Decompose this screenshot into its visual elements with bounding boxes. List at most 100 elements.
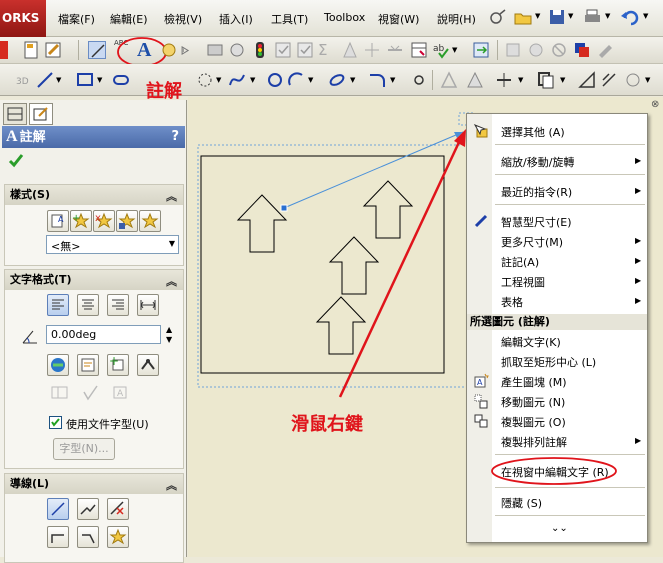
dropdown-arrow-icon[interactable]: ▼	[560, 76, 565, 84]
insert-hyperlink-button[interactable]	[77, 354, 99, 376]
offset-icon[interactable]	[537, 71, 555, 89]
double-chevron-down-icon[interactable]: ⌄⌄	[551, 523, 568, 534]
insert-geometric-tolerance-icon[interactable]	[50, 384, 70, 402]
leader-left-button[interactable]	[47, 526, 69, 548]
add-style-button[interactable]: +	[70, 210, 92, 232]
ctx-zoom-pan-rotate[interactable]: 縮放/移動/旋轉	[501, 154, 574, 170]
save-style-button[interactable]	[116, 210, 138, 232]
menu-tools[interactable]: 工具(T)	[271, 11, 308, 27]
dropdown-arrow-icon[interactable]: ▼	[350, 76, 355, 84]
sketch-3d-icon[interactable]: 3D	[16, 71, 34, 89]
help-button[interactable]: ?	[171, 126, 179, 148]
point-icon[interactable]	[410, 71, 428, 89]
fillet-icon[interactable]	[368, 71, 386, 89]
ctx-hide[interactable]: 隱藏 (S)	[501, 495, 542, 511]
dropdown-arrow-icon[interactable]: ▼	[535, 12, 540, 20]
dropdown-arrow-icon[interactable]: ▼	[250, 76, 255, 84]
move-entities-icon[interactable]	[600, 71, 618, 89]
save-icon[interactable]	[548, 8, 566, 26]
dropdown-arrow-icon[interactable]: ▼	[645, 76, 650, 84]
edit-sheet-icon[interactable]	[44, 41, 62, 59]
ctx-move-entities[interactable]: 移動圖元 (N)	[501, 394, 565, 410]
hatch-icon[interactable]	[386, 41, 404, 59]
collapse-icon[interactable]: ︽	[166, 272, 177, 292]
leader-bent-button[interactable]	[77, 498, 99, 520]
record-icon[interactable]	[0, 41, 8, 59]
stack-icon[interactable]: ᐈ	[180, 41, 198, 59]
ellipse-icon[interactable]	[328, 71, 346, 89]
load-style-button[interactable]	[139, 210, 161, 232]
leader-group-header[interactable]: 導線(L) ︽	[5, 474, 183, 494]
canvas-corner-icon[interactable]: ⊗	[651, 99, 659, 110]
note-frame[interactable]	[200, 155, 445, 374]
font-button[interactable]: 字型(N)...	[53, 438, 115, 460]
dropdown-arrow-icon[interactable]: ▼	[97, 76, 102, 84]
ctx-copy-entities[interactable]: 複製圖元 (O)	[501, 414, 566, 430]
geometric-tolerance-icon[interactable]	[274, 41, 292, 59]
menu-view[interactable]: 檢視(V)	[164, 11, 202, 27]
rectangle-icon[interactable]	[76, 71, 94, 89]
apply-style-button[interactable]: A	[47, 210, 69, 232]
delete-style-button[interactable]: x	[93, 210, 115, 232]
hide-show-icon[interactable]	[550, 41, 568, 59]
pin-icon[interactable]	[488, 9, 508, 27]
line-icon[interactable]	[36, 71, 54, 89]
dropdown-arrow-icon[interactable]: ▼	[518, 76, 523, 84]
relation-icon[interactable]	[624, 71, 642, 89]
angle-spinner[interactable]: ▲ ▼	[166, 325, 172, 345]
centerline-sketch-icon[interactable]	[440, 71, 458, 89]
menu-edit[interactable]: 編輯(E)	[110, 11, 148, 27]
ctx-snap-to-rectangle-center[interactable]: 抓取至矩形中心 (L)	[501, 354, 596, 370]
text-sketch-icon[interactable]	[466, 71, 484, 89]
link-property-button[interactable]	[47, 354, 69, 376]
style-select[interactable]: <無> ▼	[46, 235, 179, 254]
insert-table-icon[interactable]	[472, 41, 490, 59]
ctx-select-other[interactable]: 選擇其他 (A)	[501, 124, 565, 140]
collapse-icon[interactable]: ︽	[166, 476, 177, 496]
use-doc-font-checkbox[interactable]	[49, 416, 62, 429]
menu-toolbox[interactable]: Toolbox	[324, 11, 365, 24]
dropdown-arrow-icon[interactable]: ▼	[390, 76, 395, 84]
insert-datum-icon[interactable]: A	[111, 384, 131, 402]
balloon-icon[interactable]	[160, 41, 178, 59]
lock-note-button[interactable]	[137, 354, 159, 376]
ctx-edit-text[interactable]: 編輯文字(K)	[501, 334, 561, 350]
model-items-icon[interactable]: ab	[432, 41, 450, 59]
datum-icon[interactable]	[251, 41, 269, 59]
no-leader-button[interactable]	[107, 498, 129, 520]
arc-icon[interactable]	[287, 71, 305, 89]
layer-icon[interactable]	[527, 41, 545, 59]
leader-straight-button[interactable]	[47, 498, 69, 520]
dropdown-arrow-icon[interactable]: ▼	[308, 76, 313, 84]
smart-dimension-icon[interactable]	[88, 41, 106, 59]
spline-icon[interactable]	[228, 71, 246, 89]
leader-handle[interactable]	[280, 204, 288, 212]
ctx-make-block[interactable]: 產生圖塊 (M)	[501, 374, 567, 390]
feature-tree-tab[interactable]	[3, 103, 27, 125]
ctx-more-dimensions[interactable]: 更多尺寸(M)	[501, 234, 563, 250]
menu-file[interactable]: 檔案(F)	[58, 11, 95, 27]
menu-window[interactable]: 視窗(W)	[378, 11, 419, 27]
ctx-tables[interactable]: 表格	[501, 294, 523, 310]
print-icon[interactable]	[583, 8, 603, 26]
dropdown-arrow-icon[interactable]: ▼	[643, 12, 648, 20]
ctx-smart-dimension[interactable]: 智慧型尺寸(E)	[501, 214, 572, 230]
menu-insert[interactable]: 插入(I)	[219, 11, 253, 27]
open-folder-icon[interactable]	[513, 8, 533, 26]
center-mark-icon[interactable]	[341, 41, 359, 59]
dropdown-arrow-icon[interactable]: ▼	[56, 76, 61, 84]
text-format-group-header[interactable]: 文字格式(T) ︽	[5, 270, 183, 290]
dropdown-arrow-icon[interactable]: ▼	[568, 12, 573, 20]
collapse-icon[interactable]: ︽	[166, 187, 177, 207]
dropdown-arrow-icon[interactable]: ▼	[216, 76, 221, 84]
surface-finish-icon[interactable]	[206, 41, 224, 59]
circle-icon[interactable]	[266, 71, 284, 89]
mirror-icon[interactable]	[495, 71, 513, 89]
weld-icon[interactable]	[228, 41, 246, 59]
ctx-recent-commands[interactable]: 最近的指令(R)	[501, 184, 572, 200]
insert-surface-finish-icon[interactable]	[81, 384, 101, 402]
layer-properties-icon[interactable]	[596, 41, 614, 59]
polygon-icon[interactable]	[196, 71, 214, 89]
sum-icon[interactable]: Σ	[318, 41, 327, 59]
datum-target-icon[interactable]	[296, 41, 314, 59]
